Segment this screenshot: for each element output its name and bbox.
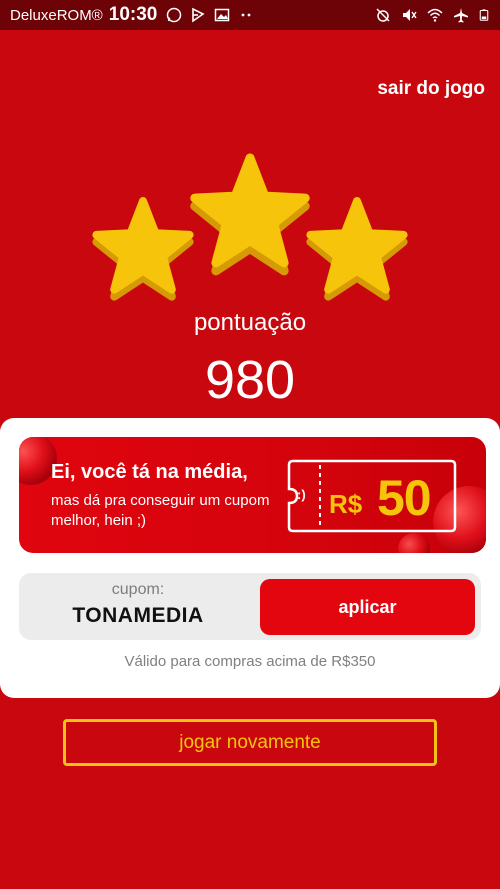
star-icon-center xyxy=(190,153,310,276)
score-label: pontuação xyxy=(193,309,307,336)
background-tile xyxy=(340,846,408,889)
status-bar: DeluxeROM® 10:30 xyxy=(0,0,500,30)
background-tile xyxy=(136,846,204,889)
background-tile xyxy=(408,778,476,846)
background-tile xyxy=(476,166,500,234)
background-tile xyxy=(204,846,272,889)
background-tile xyxy=(408,98,476,166)
gallery-icon xyxy=(215,8,230,22)
ticket-smile: :) xyxy=(297,487,306,502)
coupon-validity: Válido para compras acima de R$350 xyxy=(124,653,376,670)
background-tile xyxy=(68,846,136,889)
background-tile xyxy=(136,778,204,846)
background-tile xyxy=(272,846,340,889)
background-tile xyxy=(476,98,500,166)
airplane-mode-icon xyxy=(454,8,468,23)
background-tile xyxy=(272,30,340,98)
background-tile xyxy=(204,30,272,98)
background-tile xyxy=(0,846,68,889)
background-tile xyxy=(0,30,68,98)
background-tile xyxy=(68,778,136,846)
star-icon-right xyxy=(306,197,408,301)
ticket-currency: R$ xyxy=(329,489,363,519)
promo-banner: Ei, você tá na média, mas dá pra consegu… xyxy=(19,437,486,553)
apply-coupon-button[interactable]: aplicar xyxy=(260,579,475,635)
background-tile xyxy=(136,30,204,98)
background-tile xyxy=(272,778,340,846)
whatsapp-icon xyxy=(167,7,182,23)
background-tile xyxy=(476,234,500,302)
background-tile xyxy=(408,234,476,302)
clock: 10:30 xyxy=(108,4,158,25)
background-tile xyxy=(204,778,272,846)
background-tile xyxy=(476,778,500,846)
mute-icon xyxy=(403,9,417,21)
exit-game-link[interactable]: sair do jogo xyxy=(377,78,485,100)
wifi-icon xyxy=(427,8,443,22)
background-tile xyxy=(0,98,68,166)
background-tile xyxy=(408,846,476,889)
promo-subtext: mas dá pra conseguir um cupom melhor, he… xyxy=(51,492,270,529)
play-again-button[interactable]: jogar novamente xyxy=(63,719,437,766)
background-tile xyxy=(340,778,408,846)
battery-icon xyxy=(479,9,489,21)
score-value: 980 xyxy=(204,350,296,410)
carrier-name: DeluxeROM® xyxy=(10,6,103,24)
ticket-amount: 50 xyxy=(377,470,432,526)
more-notifications-icon xyxy=(241,13,251,17)
background-tile xyxy=(0,778,68,846)
ticket-outline-icon xyxy=(287,459,457,533)
star-icon-left xyxy=(92,197,194,301)
background-tile xyxy=(476,710,500,778)
promo-headline: Ei, você tá na média, xyxy=(51,461,248,483)
background-tile xyxy=(408,166,476,234)
rating-stars xyxy=(92,153,408,301)
coupon-code[interactable]: TONAMEDIA xyxy=(19,604,257,628)
coupon-ticket: :) R$ 50 xyxy=(287,459,457,533)
background-tile xyxy=(0,710,68,778)
coupon-label: cupom: xyxy=(111,581,165,598)
flipboard-icon xyxy=(192,7,205,23)
background-tile xyxy=(476,846,500,889)
alarm-off-icon xyxy=(376,8,390,22)
background-tile xyxy=(68,30,136,98)
background-tile xyxy=(0,166,68,234)
background-tile xyxy=(0,234,68,302)
